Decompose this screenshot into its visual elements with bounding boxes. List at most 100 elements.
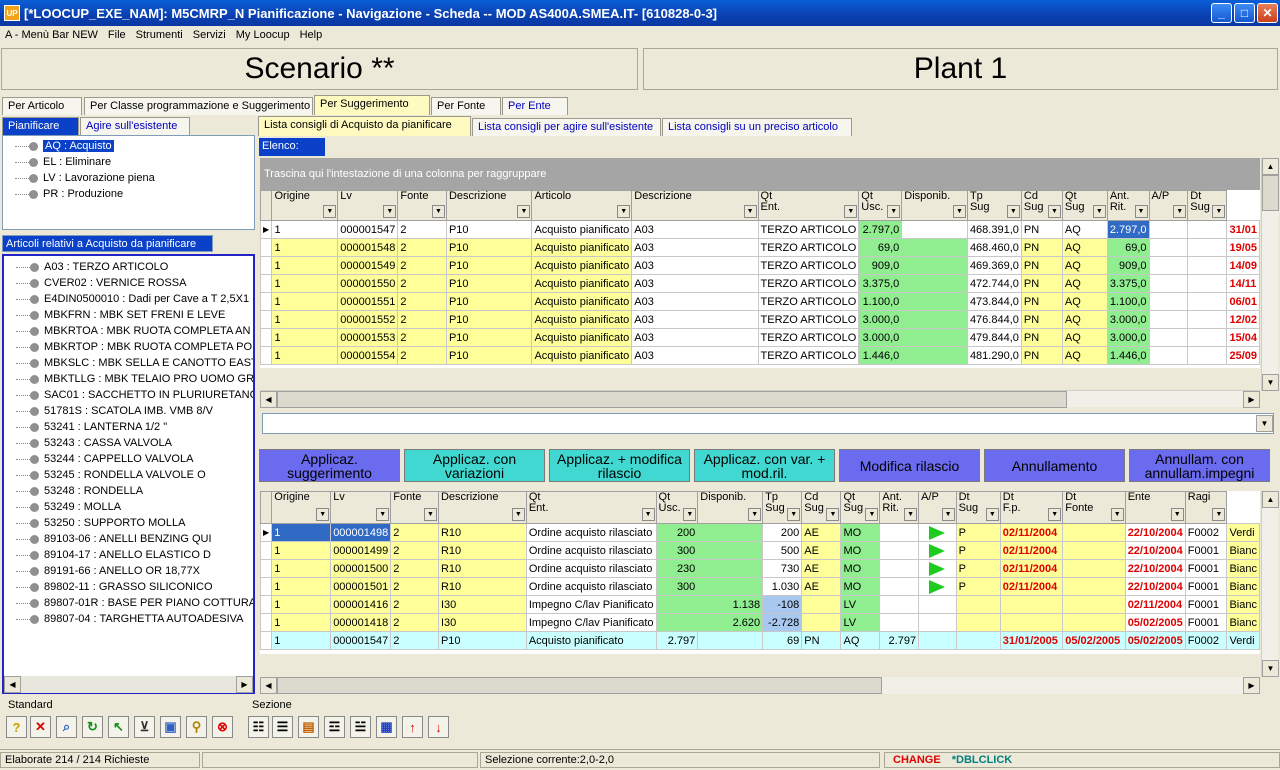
filter-dropdown-icon[interactable]: ▼ <box>517 205 531 218</box>
filter-dropdown-icon[interactable]: ▼ <box>985 508 999 521</box>
table-cell[interactable]: 1 <box>271 523 332 542</box>
table-cell[interactable]: A03 <box>631 292 759 311</box>
table-cell[interactable]: 000001416 <box>330 595 392 614</box>
applicaz-var-mod-ril-button[interactable]: Applicaz. con var. + mod.ril. <box>694 449 835 482</box>
table-row[interactable]: 1 000001552 2 P10 Acquisto pianificato A03 TER… <box>260 310 1260 329</box>
table-cell[interactable]: -108 <box>762 595 803 614</box>
table-cell[interactable]: 000001547 <box>337 220 399 239</box>
table-cell[interactable]: 1.446,0 <box>1106 346 1150 365</box>
article-item[interactable]: E4DIN0500010 : Dadi per Cave a T 2,5X1 <box>4 291 253 307</box>
table-cell[interactable] <box>901 292 968 311</box>
table-cell[interactable]: 05/02/2005 <box>1062 631 1126 650</box>
article-item[interactable]: 89103-06 : ANELLI BENZING QUI <box>4 531 253 547</box>
table-cell[interactable] <box>1062 541 1126 560</box>
table-cell[interactable]: 000001548 <box>337 238 399 257</box>
refresh-icon[interactable]: ↻ <box>82 716 103 738</box>
table-cell[interactable]: PN <box>801 631 842 650</box>
column-header[interactable]: Qt Usc. ▼ <box>858 190 903 221</box>
article-item[interactable]: MBKRTOP : MBK RUOTA COMPLETA PO <box>4 339 253 355</box>
table-cell[interactable]: 300 <box>655 541 699 560</box>
table-cell[interactable]: 2 <box>397 328 447 347</box>
table-cell[interactable]: Acquisto pianificato <box>531 292 633 311</box>
table-cell[interactable]: 05/02/2005 <box>1124 631 1186 650</box>
table-cell[interactable]: 1 <box>271 613 332 632</box>
table-cell[interactable]: AQ <box>840 631 881 650</box>
table-cell[interactable] <box>955 631 1001 650</box>
zoom-icon[interactable]: ⚲ <box>186 716 207 738</box>
table-cell[interactable]: PN <box>1020 256 1063 275</box>
table-cell[interactable]: 06/01 <box>1226 292 1260 311</box>
table-cell[interactable] <box>918 595 957 614</box>
menu-servizi[interactable]: Servizi <box>188 29 231 41</box>
article-item[interactable]: 89802-11 : GRASSO SILICONICO <box>4 579 253 595</box>
tab-per-ente[interactable]: Per Ente <box>502 97 568 115</box>
table-cell[interactable]: 22/10/2004 <box>1124 541 1186 560</box>
table-cell[interactable]: 468.391,0 <box>966 220 1022 239</box>
table-cell[interactable]: A03 <box>631 328 759 347</box>
table-cell[interactable]: R10 <box>437 541 527 560</box>
scroll-right-icon[interactable]: ▶ <box>236 676 253 693</box>
table-cell[interactable] <box>697 577 764 596</box>
table-cell[interactable]: Bianc <box>1226 577 1260 596</box>
article-item[interactable]: 53250 : SUPPORTO MOLLA <box>4 515 253 531</box>
tree-item-lv[interactable]: LV : Lavorazione piena <box>3 170 254 186</box>
table-cell[interactable]: 1.030 <box>762 577 803 596</box>
table-cell[interactable]: 909,0 <box>858 256 903 275</box>
table-cell[interactable]: AQ <box>1061 220 1108 239</box>
table-cell[interactable]: 3.000,0 <box>858 310 903 329</box>
table-cell[interactable]: P10 <box>445 220 533 239</box>
tab-pianificare[interactable]: Pianificare <box>2 117 79 135</box>
table-cell[interactable] <box>879 541 920 560</box>
table-cell[interactable] <box>901 346 968 365</box>
tree-item-pr[interactable]: PR : Produzione <box>3 186 254 202</box>
table-cell[interactable] <box>1187 292 1228 311</box>
table-cell[interactable]: 473.844,0 <box>966 292 1022 311</box>
table-row[interactable]: 1 000001553 2 P10 Acquisto pianificato A03 TER… <box>260 328 1260 347</box>
filter-dropdown-icon[interactable]: ▼ <box>431 205 445 218</box>
table-cell[interactable]: P10 <box>437 631 527 650</box>
tab-per-articolo[interactable]: Per Articolo <box>2 97 82 115</box>
table-cell[interactable]: A03 <box>631 346 759 365</box>
table-cell[interactable]: LV <box>840 595 881 614</box>
filter-dropdown-icon[interactable]: ▼ <box>511 508 525 521</box>
table-cell[interactable]: 1 <box>271 274 339 293</box>
column-header[interactable]: A/P ▼ <box>1148 190 1189 221</box>
table-cell[interactable]: AE <box>801 523 842 542</box>
table-cell[interactable] <box>918 541 957 560</box>
document-icon[interactable]: ▦ <box>376 716 397 738</box>
table-cell[interactable]: P <box>955 559 1001 578</box>
table-row[interactable]: 1 000001550 2 P10 Acquisto pianificato A03 TER… <box>260 274 1260 293</box>
table-cell[interactable] <box>1148 292 1189 311</box>
table-cell[interactable]: 2 <box>397 274 447 293</box>
filter-dropdown-icon[interactable]: ▼ <box>1006 205 1020 218</box>
column-header[interactable]: Ant. Rit. ▼ <box>1106 190 1150 221</box>
table-cell[interactable]: 000001554 <box>337 346 399 365</box>
close-button[interactable]: ✕ <box>1257 3 1278 23</box>
help-icon[interactable]: ? <box>6 716 27 738</box>
table-cell[interactable] <box>801 595 842 614</box>
tab-agire-esistente[interactable]: Agire sull'esistente <box>80 117 190 135</box>
table-cell[interactable]: AE <box>801 559 842 578</box>
table-cell[interactable]: 14/09 <box>1226 256 1260 275</box>
table-cell[interactable]: 2.797 <box>879 631 920 650</box>
table-cell[interactable]: 2 <box>390 541 439 560</box>
filter-dropdown-icon[interactable]: ▼ <box>941 508 955 521</box>
table-cell[interactable]: 2 <box>390 595 439 614</box>
column-header[interactable]: Origine ▼ <box>271 491 332 524</box>
table-cell[interactable]: 000001501 <box>330 577 392 596</box>
table-cell[interactable] <box>1187 274 1228 293</box>
table-cell[interactable]: TERZO ARTICOLO <box>757 274 860 293</box>
table-cell[interactable]: 1.446,0 <box>858 346 903 365</box>
table-cell[interactable]: 1 <box>271 310 339 329</box>
tab-lista-acquisto[interactable]: Lista consigli di Acquisto da pianificar… <box>258 116 471 136</box>
table-cell[interactable]: MO <box>840 523 881 542</box>
filter-dropdown-icon[interactable]: ▼ <box>423 508 437 521</box>
table-cell[interactable]: TERZO ARTICOLO <box>757 310 860 329</box>
table-cell[interactable]: AQ <box>1061 256 1108 275</box>
table-cell[interactable]: Acquisto pianificato <box>531 220 633 239</box>
modifica-rilascio-button[interactable]: Modifica rilascio <box>839 449 980 482</box>
table-cell[interactable]: 02/11/2004 <box>1124 595 1186 614</box>
search-icon[interactable]: ⌕ <box>56 716 77 738</box>
filter-dropdown-icon[interactable]: ▼ <box>1048 508 1062 521</box>
filter-dropdown-icon[interactable]: ▼ <box>1110 508 1124 521</box>
